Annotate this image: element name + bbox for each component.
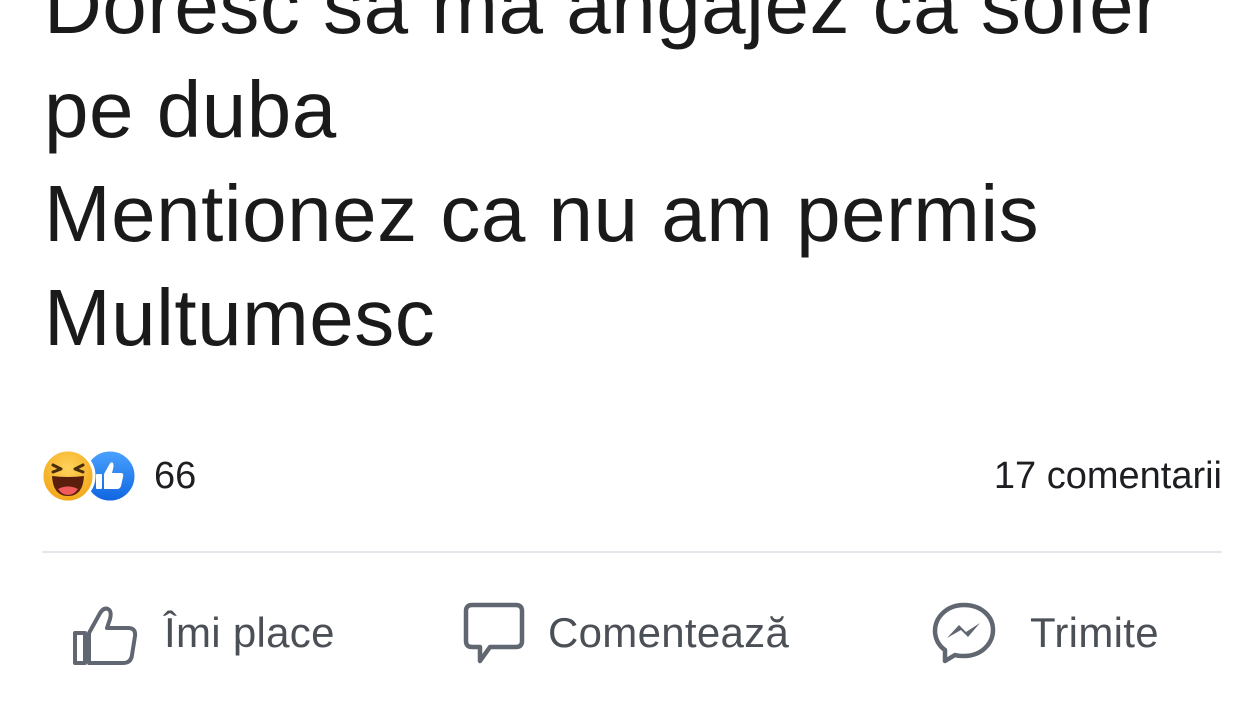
comment-bubble-icon (463, 602, 525, 664)
post-text-line: Multumesc (44, 273, 436, 362)
messenger-icon (932, 602, 996, 664)
post-action-bar: Îmi place Comentează Trimite (0, 588, 1260, 678)
facebook-post: Doresc sa ma angajez ca sofer pe duba Me… (0, 0, 1260, 709)
reactions-count: 66 (154, 454, 197, 497)
like-button-label: Îmi place (164, 609, 335, 656)
post-text-line: pe duba (44, 65, 337, 154)
comment-button[interactable]: Comentează (456, 588, 789, 678)
send-button[interactable]: Trimite (928, 588, 1159, 678)
like-button[interactable]: Îmi place (70, 588, 335, 678)
divider (42, 551, 1222, 553)
thumbs-up-icon (73, 606, 138, 665)
comment-button-label: Comentează (548, 609, 790, 656)
post-text-line: Mentionez ca nu am permis (44, 169, 1040, 258)
reactions-summary[interactable]: 66 (40, 448, 196, 504)
post-stats-bar: 66 17 comentarii (40, 448, 1222, 504)
comments-count-link[interactable]: 17 comentarii (994, 448, 1222, 504)
post-body-text: Doresc sa ma angajez ca sofer pe duba Me… (44, 0, 1244, 370)
post-text-line: Doresc sa ma angajez ca sofer (44, 0, 1162, 50)
haha-reaction-icon (40, 448, 96, 504)
send-button-label: Trimite (1030, 609, 1159, 656)
